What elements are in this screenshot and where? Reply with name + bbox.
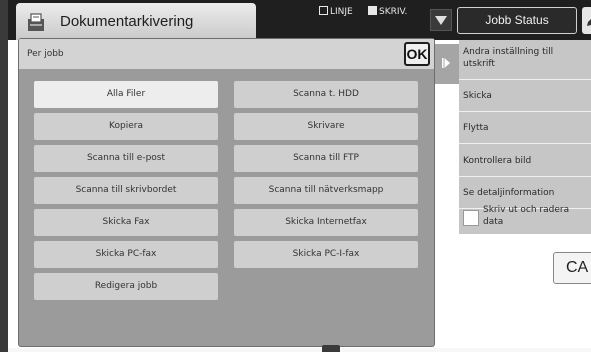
clear-all-button[interactable]: CA [553, 252, 591, 284]
line-status: LINJE [319, 6, 353, 17]
filter-scan-to-ftp[interactable]: Scanna till FTP [234, 145, 418, 172]
play-arrow-icon [442, 58, 450, 68]
print-and-delete-checkbox[interactable] [463, 210, 479, 226]
filter-scan-to-email[interactable]: Scanna till e-post [34, 145, 218, 172]
filter-send-internet-fax[interactable]: Skicka Internetfax [234, 209, 418, 236]
filter-printer[interactable]: Skrivare [234, 113, 418, 140]
document-filing-icon [26, 11, 48, 33]
filter-all-files[interactable]: Alla Filer [34, 81, 218, 108]
bottom-rule [8, 348, 591, 352]
action-panel: Andra inställning till utskrift Skicka F… [459, 40, 591, 234]
print-status: SKRIV. [368, 6, 407, 17]
ok-button[interactable]: OK [404, 42, 430, 66]
filter-send-pc-i-fax[interactable]: Skicka PC-I-fax [234, 241, 418, 268]
mode-title: Dokumentarkivering [60, 13, 194, 30]
filter-send-pc-fax[interactable]: Skicka PC-fax [34, 241, 218, 268]
top-bar: Dokumentarkivering LINJE SKRIV. Jobb Sta… [8, 0, 591, 40]
bottom-handle[interactable] [322, 345, 340, 352]
filter-edit-job[interactable]: Redigera jobb [34, 273, 218, 300]
filter-send-fax[interactable]: Skicka Fax [34, 209, 218, 236]
print-status-box [368, 6, 377, 15]
filter-scan-to-network-folder[interactable]: Scanna till nätverksmapp [234, 177, 418, 204]
triangle-down-icon [435, 16, 447, 25]
job-filter-panel: Per jobb OK Alla Filer Kopiera Scanna ti… [18, 38, 435, 347]
action-move[interactable]: Flytta [459, 112, 591, 144]
filter-scan-to-desktop[interactable]: Scanna till skrivbordet [34, 177, 218, 204]
filter-scan-to-hdd[interactable]: Scanna t. HDD [234, 81, 418, 108]
mode-tab[interactable]: Dokumentarkivering [16, 3, 256, 40]
left-edge [0, 0, 8, 352]
panel-header: Per jobb OK [19, 39, 434, 69]
action-panel-toggle[interactable] [433, 44, 459, 84]
action-change-print-settings[interactable]: Andra inställning till utskrift [459, 42, 591, 80]
action-print-and-delete[interactable]: Skriv ut och radera data [459, 202, 591, 234]
job-status-button[interactable]: Jobb Status [457, 7, 577, 34]
action-send[interactable]: Skicka [459, 80, 591, 112]
line-status-box [319, 6, 328, 15]
filter-copy[interactable]: Kopiera [34, 113, 218, 140]
edit-button[interactable] [582, 7, 591, 34]
panel-title: Per jobb [27, 49, 64, 59]
pencil-icon [587, 19, 591, 26]
print-and-delete-label: Skriv ut och radera data [483, 205, 570, 227]
action-check-image[interactable]: Kontrollera bild [459, 145, 591, 177]
status-dropdown-button[interactable] [430, 9, 452, 31]
